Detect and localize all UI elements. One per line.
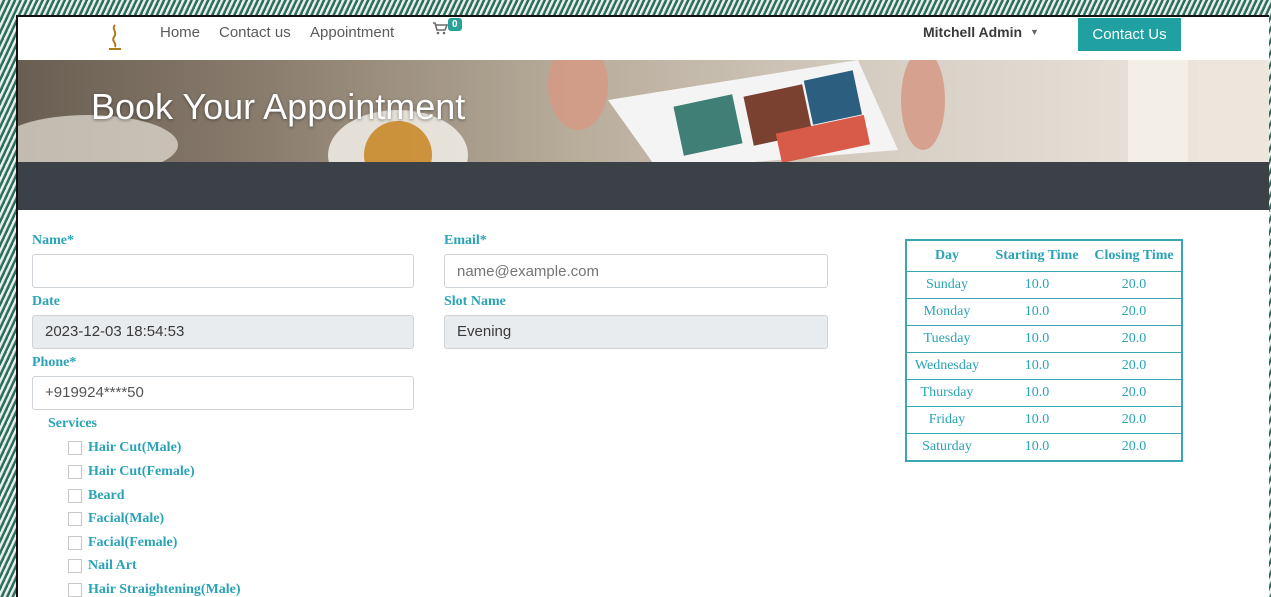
- table-row: Monday 10.0 20.0: [906, 298, 1182, 326]
- slot-name-field[interactable]: Evening: [444, 315, 828, 349]
- service-checkbox[interactable]: [68, 489, 82, 503]
- start-cell: 10.0: [987, 298, 1087, 326]
- service-checkbox[interactable]: [68, 441, 82, 455]
- service-option[interactable]: Nail Art: [68, 557, 137, 575]
- browser-viewport: Home Contact us Appointment 0 Mitchell A…: [16, 15, 1269, 597]
- logo-icon[interactable]: [106, 23, 124, 53]
- close-cell: 20.0: [1087, 352, 1182, 380]
- cart-icon[interactable]: [432, 21, 449, 38]
- nav-link-contact-us[interactable]: Contact us: [219, 24, 291, 41]
- user-menu[interactable]: Mitchell Admin ▼: [923, 24, 1039, 40]
- close-cell: 20.0: [1087, 271, 1182, 299]
- date-field[interactable]: 2023-12-03 18:54:53: [32, 315, 414, 349]
- phone-label: Phone*: [32, 355, 77, 370]
- service-checkbox[interactable]: [68, 512, 82, 526]
- hero-band: [18, 162, 1269, 210]
- start-cell: 10.0: [987, 352, 1087, 380]
- service-checkbox[interactable]: [68, 536, 82, 550]
- day-cell: Thursday: [906, 379, 987, 407]
- email-input[interactable]: [444, 254, 828, 288]
- name-label: Name*: [32, 233, 74, 248]
- nav-link-home[interactable]: Home: [160, 24, 200, 41]
- start-cell: 10.0: [987, 406, 1087, 434]
- table-header-row: Day Starting Time Closing Time: [906, 240, 1182, 272]
- column-header-starting-time: Starting Time: [995, 248, 1079, 263]
- start-cell: 10.0: [987, 433, 1087, 461]
- table-row: Thursday 10.0 20.0: [906, 379, 1182, 407]
- service-option[interactable]: Hair Cut(Male): [68, 439, 181, 457]
- service-option[interactable]: Facial(Male): [68, 510, 164, 528]
- cart-count-badge: 0: [448, 18, 462, 31]
- day-cell: Saturday: [906, 433, 987, 461]
- date-label: Date: [32, 294, 60, 309]
- close-cell: 20.0: [1087, 379, 1182, 407]
- day-cell: Wednesday: [906, 352, 987, 380]
- start-cell: 10.0: [987, 271, 1087, 299]
- contact-us-button[interactable]: Contact Us: [1078, 18, 1181, 51]
- service-label: Hair Cut(Female): [88, 464, 195, 479]
- user-name: Mitchell Admin: [923, 24, 1023, 40]
- hero-banner: Book Your Appointment: [18, 60, 1269, 162]
- nav-link-appointment[interactable]: Appointment: [310, 24, 394, 41]
- service-checkbox[interactable]: [68, 583, 82, 597]
- service-label: Hair Straightening(Male): [88, 582, 241, 597]
- day-cell: Sunday: [906, 271, 987, 299]
- table-row: Saturday 10.0 20.0: [906, 433, 1182, 461]
- email-label: Email*: [444, 233, 487, 248]
- close-cell: 20.0: [1087, 406, 1182, 434]
- page-title: Book Your Appointment: [91, 86, 466, 127]
- service-option[interactable]: Hair Straightening(Male): [68, 581, 241, 597]
- day-cell: Tuesday: [906, 325, 987, 353]
- service-label: Nail Art: [88, 558, 137, 573]
- service-option[interactable]: Hair Cut(Female): [68, 463, 195, 481]
- start-cell: 10.0: [987, 325, 1087, 353]
- day-cell: Friday: [906, 406, 987, 434]
- service-checkbox[interactable]: [68, 465, 82, 479]
- close-cell: 20.0: [1087, 433, 1182, 461]
- service-label: Facial(Female): [88, 535, 178, 550]
- service-label: Facial(Male): [88, 511, 165, 526]
- table-row: Wednesday 10.0 20.0: [906, 352, 1182, 380]
- opening-hours-table: Day Starting Time Closing Time Sunday 10.…: [905, 239, 1183, 462]
- close-cell: 20.0: [1087, 325, 1182, 353]
- services-label: Services: [48, 416, 97, 431]
- name-input[interactable]: [32, 254, 414, 288]
- service-option[interactable]: Facial(Female): [68, 534, 177, 552]
- table-row: Friday 10.0 20.0: [906, 406, 1182, 434]
- table-row: Sunday 10.0 20.0: [906, 271, 1182, 299]
- column-header-closing-time: Closing Time: [1094, 248, 1174, 263]
- service-option[interactable]: Beard: [68, 487, 125, 505]
- service-label: Beard: [88, 488, 125, 503]
- service-checkbox[interactable]: [68, 559, 82, 573]
- close-cell: 20.0: [1087, 298, 1182, 326]
- service-label: Hair Cut(Male): [88, 440, 182, 455]
- table-row: Tuesday 10.0 20.0: [906, 325, 1182, 353]
- column-header-day: Day: [934, 248, 960, 263]
- slot-name-label: Slot Name: [444, 294, 506, 309]
- top-navbar: Home Contact us Appointment 0 Mitchell A…: [18, 17, 1269, 61]
- start-cell: 10.0: [987, 379, 1087, 407]
- day-cell: Monday: [906, 298, 987, 326]
- chevron-down-icon: ▼: [1030, 27, 1039, 37]
- phone-input[interactable]: +919924****50: [32, 376, 414, 410]
